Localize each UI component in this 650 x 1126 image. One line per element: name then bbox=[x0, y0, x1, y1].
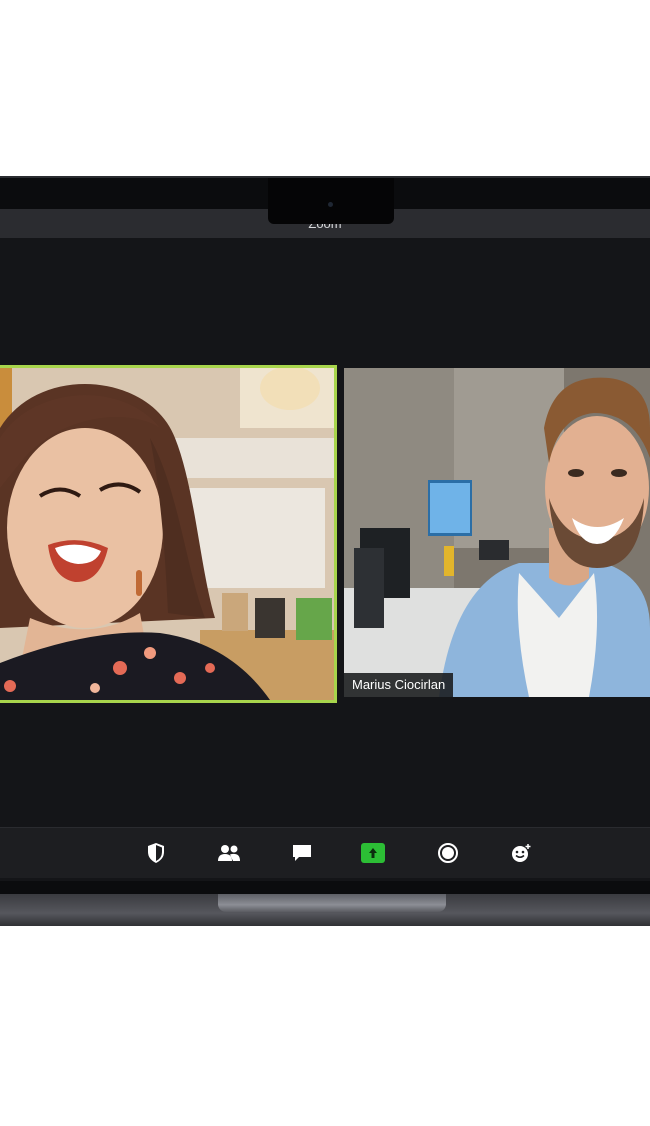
participants-button[interactable] bbox=[216, 840, 242, 866]
reactions-button[interactable] bbox=[508, 840, 534, 866]
participant-video-woman bbox=[0, 368, 334, 700]
shield-icon bbox=[148, 843, 164, 863]
webcam-icon bbox=[328, 202, 333, 207]
record-icon bbox=[438, 843, 458, 863]
laptop-hinge bbox=[218, 894, 446, 912]
record-button[interactable] bbox=[435, 840, 461, 866]
camera-notch bbox=[268, 178, 394, 224]
chat-icon bbox=[293, 845, 311, 861]
chat-button[interactable] bbox=[289, 840, 315, 866]
participant-video-man bbox=[344, 368, 650, 697]
video-tile-participant[interactable]: Marius Ciocirlan bbox=[344, 368, 650, 697]
video-tile-active-speaker[interactable] bbox=[0, 365, 337, 703]
zoom-window: Zoom bbox=[0, 209, 650, 881]
reactions-icon bbox=[512, 844, 531, 862]
laptop-frame: Zoom bbox=[0, 176, 650, 956]
share-screen-button[interactable] bbox=[361, 843, 385, 863]
participant-name-label: Marius Ciocirlan bbox=[344, 673, 454, 697]
security-button[interactable] bbox=[143, 840, 169, 866]
meeting-toolbar bbox=[0, 827, 650, 878]
participants-icon bbox=[218, 845, 240, 861]
laptop-lid: Zoom bbox=[0, 176, 650, 898]
share-screen-icon bbox=[369, 848, 377, 858]
